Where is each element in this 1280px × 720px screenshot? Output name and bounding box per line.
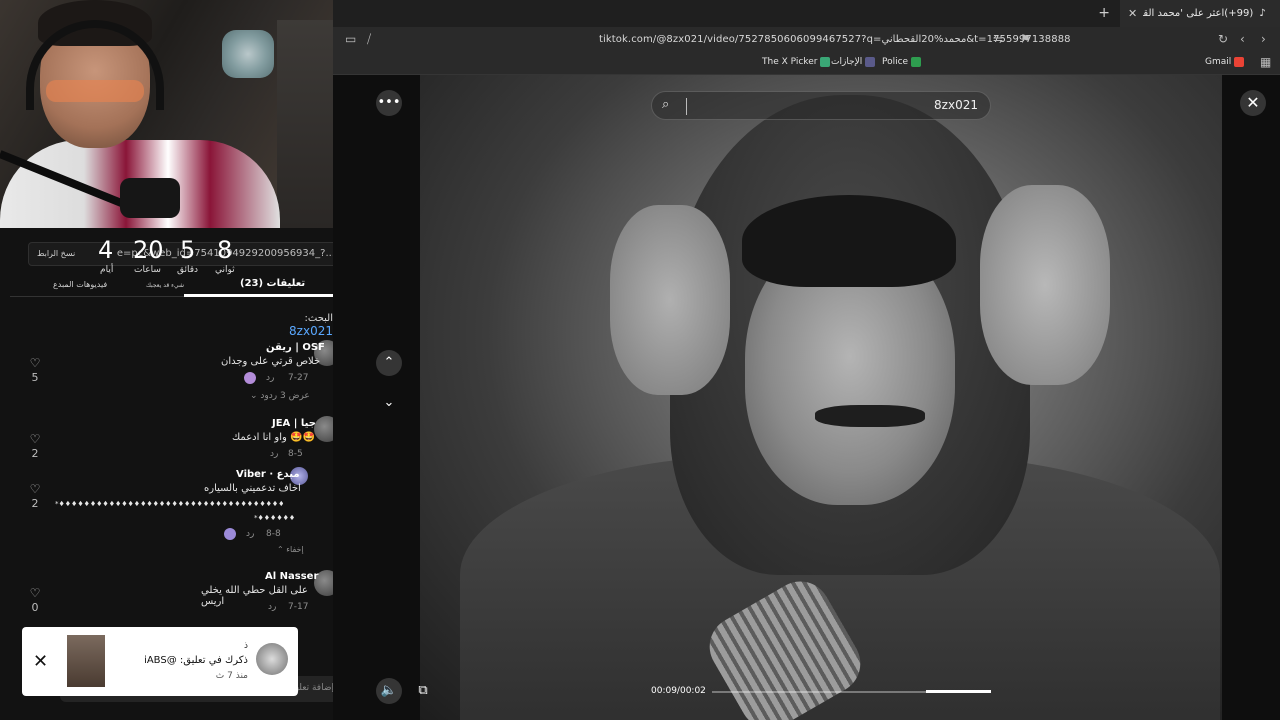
bookmark-holidays[interactable]: الإجازات (831, 57, 876, 67)
reply-button[interactable]: رد (268, 602, 276, 612)
toast-message: ذكرك في تعليق: @iABS (144, 655, 248, 666)
list-icon (865, 57, 876, 67)
comment-user[interactable]: JEA | جيا (272, 418, 316, 429)
timer-seconds: 8 (217, 236, 233, 264)
reply-button[interactable]: رد (270, 449, 278, 459)
hide-replies-button[interactable]: ⌃ إخفاء (277, 545, 304, 554)
reply-button[interactable]: رد (266, 373, 274, 383)
comment-date: 7-27 (288, 373, 309, 383)
tab-you-may-like[interactable]: شيء قد يعجبك (146, 282, 184, 289)
comment-date: 8-8 (266, 529, 281, 539)
search-label: البحث: 8zx021 (289, 313, 333, 338)
like-count: 5 (31, 371, 39, 384)
sticker-icon (224, 528, 236, 540)
copy-link-button[interactable]: نسخ الرابط (37, 249, 75, 258)
comment-text: خلاص قرتي على وجدان (221, 356, 321, 367)
video-progress-fill (926, 690, 991, 693)
sticker-icon (244, 372, 256, 384)
bookmarks-bar: The X Picker الإجازات Police Gmail ▦ (333, 53, 1280, 122)
sidebar-icon[interactable]: ▭ (345, 32, 356, 46)
bookmark-gmail[interactable]: Gmail (1205, 57, 1245, 67)
like-count: 0 (31, 601, 39, 614)
webcam-overlay (0, 0, 333, 228)
background-wall (277, 20, 333, 228)
timer-days-label: أيام (100, 265, 114, 275)
video-frame[interactable] (420, 75, 1222, 720)
bookmark-x-picker[interactable]: The X Picker (762, 57, 831, 67)
timer-minutes: 5 (180, 236, 196, 264)
pip-icon[interactable]: ⧉ (410, 678, 436, 704)
reply-button[interactable]: رد (246, 529, 254, 539)
comment-user[interactable]: Al Nasser (265, 571, 318, 582)
toast-avatar (256, 643, 288, 675)
timer-days: 4 (98, 236, 114, 264)
heart-icon[interactable]: ♡ (28, 356, 42, 370)
address-bar: ▭ ⧸ tiktok.com/@8zx021/video/75278506060… (333, 27, 1280, 53)
search-value: 8zx021 (934, 98, 978, 112)
timer-minutes-label: دقائق (177, 265, 199, 275)
mention-toast[interactable]: ✕ ذ ذكرك في تعليق: @iABS منذ 7 ث (22, 627, 298, 696)
video-subject-right-hand (980, 185, 1110, 385)
heart-icon[interactable]: ♡ (28, 482, 42, 496)
toast-video-thumbnail[interactable] (67, 635, 105, 687)
previous-video-button[interactable]: ⌃ (376, 350, 402, 376)
tabs-active-indicator (184, 294, 341, 297)
comment-date: 7-17 (288, 602, 309, 612)
like-count: 2 (31, 447, 39, 460)
search-divider (686, 98, 687, 115)
tab-close-icon[interactable]: ✕ (1128, 7, 1137, 20)
toast-header: ذ (243, 641, 248, 651)
forward-icon[interactable]: ‹ (1240, 32, 1245, 46)
comment-text: اخاف تدعميني بالسياره (204, 483, 301, 494)
like-count: 2 (31, 497, 39, 510)
toast-close-icon[interactable]: ✕ (33, 651, 48, 672)
toast-time: منذ 7 ث (215, 671, 248, 681)
timer-seconds-label: ثواني (215, 265, 235, 275)
gmail-icon (1234, 57, 1245, 67)
search-icon[interactable]: ⌕ (662, 97, 669, 112)
close-video-button[interactable]: ✕ (1240, 90, 1266, 116)
tab-title: (99+)اعثر على 'محمد القحطاني (1143, 8, 1254, 19)
view-replies-button[interactable]: ⌄ عرض 3 ردود (250, 391, 310, 401)
heart-icon[interactable]: ♡ (28, 432, 42, 446)
video-search-input[interactable]: ⌕ 8zx021 (651, 91, 991, 120)
bookmark-police[interactable]: Police (882, 57, 922, 67)
volume-icon[interactable]: 🔈 (376, 678, 402, 704)
x-picker-icon (820, 57, 831, 67)
new-tab-button[interactable]: + (1098, 5, 1110, 21)
site-settings-icon[interactable]: ⇋ (993, 32, 1003, 46)
mute-tab-icon[interactable]: ⧸ (367, 32, 371, 47)
back-icon[interactable]: › (1261, 32, 1266, 46)
tab-creator-videos[interactable]: فيديوهات المبدع (53, 280, 107, 289)
comment-user[interactable]: ريقن | OSF (266, 342, 325, 353)
browser-tab[interactable]: ♪ (99+)اعثر على 'محمد القحطاني ✕ (1120, 0, 1280, 27)
browser-tab-bar: ♪ (99+)اعثر على 'محمد القحطاني ✕ + (333, 0, 1280, 27)
streamer-logo (222, 30, 274, 78)
comment-text-line3: *♦♦♦♦♦♦ (254, 514, 296, 522)
comment-user[interactable]: Viber · مبدع (236, 469, 300, 480)
all-bookmarks-icon[interactable]: ▦ (1260, 55, 1271, 69)
next-video-button[interactable]: ⌄ (376, 390, 402, 416)
streamer-mic (120, 178, 180, 218)
video-subject-mustache (815, 405, 925, 427)
comment-text: واو انا ادعمك 🤩🤩 (232, 432, 315, 443)
tab-comments[interactable]: (23) تعليقات (240, 278, 305, 289)
timer-hours-label: ساعات (134, 265, 161, 275)
video-subject-hair (742, 195, 956, 287)
comment-text-line2: *♦♦♦♦♦♦♦♦♦♦♦♦♦♦♦♦♦♦♦♦♦♦♦♦♦♦♦♦♦♦♦♦♦♦♦♦♦♦♦… (55, 500, 283, 508)
timer-hours: 20 (133, 236, 164, 264)
comment-date: 8-5 (288, 449, 303, 459)
more-options-button[interactable]: ••• (376, 90, 402, 116)
sheets-icon (911, 57, 922, 67)
video-subject-left-hand (610, 205, 730, 395)
bookmark-icon[interactable]: ⚑ (1020, 32, 1031, 46)
tiktok-favicon: ♪ (1259, 8, 1266, 19)
heart-icon[interactable]: ♡ (28, 586, 42, 600)
comment-text: على القل حطي الله يخلي اريس (201, 585, 308, 607)
video-time: 00:09/00:02 (651, 686, 706, 696)
reload-icon[interactable]: ↻ (1218, 32, 1228, 46)
search-query-link[interactable]: 8zx021 (289, 324, 333, 338)
